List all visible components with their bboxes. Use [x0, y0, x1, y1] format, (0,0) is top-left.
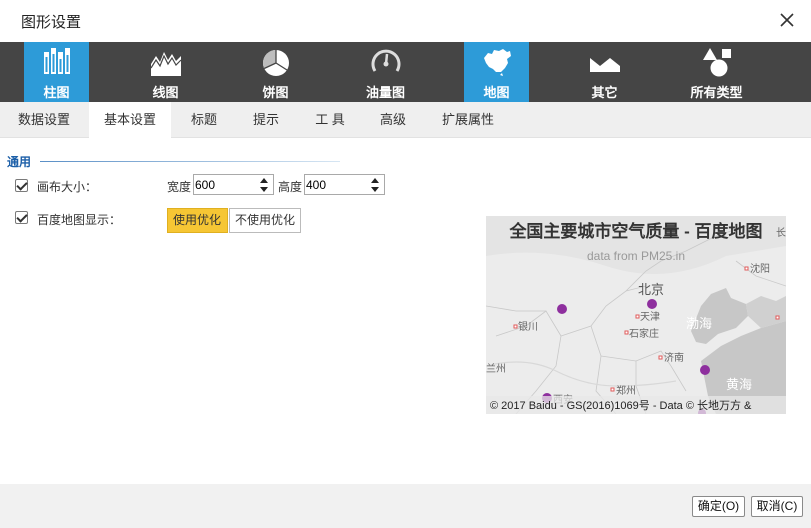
- jinan-dot: [658, 355, 663, 360]
- chart-type-label: 饼图: [262, 85, 289, 100]
- place-label: 兰州: [486, 362, 506, 375]
- place-label: 北京: [638, 282, 664, 297]
- width-input[interactable]: [195, 176, 243, 193]
- preview-title: 全国主要城市空气质量 - 百度地图: [508, 221, 762, 241]
- shijiazhuang-dot: [624, 330, 629, 335]
- chart-type-label: 线图: [152, 85, 179, 100]
- spin-up-icon[interactable]: [258, 176, 270, 185]
- map-copyright: © 2017 Baidu - GS(2016)1069号 - Data © 长地…: [490, 398, 752, 412]
- no-optimization-button[interactable]: 不使用优化: [229, 208, 301, 233]
- place-label: 郑州: [616, 384, 636, 397]
- tab-data-settings[interactable]: 数据设置: [8, 102, 80, 138]
- place-label: 天津: [640, 311, 660, 323]
- height-stepper[interactable]: [304, 174, 385, 195]
- map-preview-image: 北京 天津 石家庄 济南 郑州 沈阳 银川 兰州 西安 长 渤海 黄海 全国主要…: [486, 216, 786, 414]
- line-chart-icon: [149, 52, 181, 76]
- canvas-size-checkbox[interactable]: [15, 179, 28, 192]
- all-types-icon: [702, 48, 731, 77]
- chart-type-label: 油量图: [365, 85, 405, 100]
- dialog-titlebar: 图形设置: [0, 0, 811, 42]
- tab-extended-properties[interactable]: 扩展属性: [430, 102, 506, 138]
- chart-type-label: 所有类型: [690, 85, 743, 100]
- cancel-button[interactable]: 取消(C): [751, 496, 803, 517]
- chart-type-line-chart[interactable]: 线图: [133, 42, 198, 102]
- pie-chart-icon: [262, 49, 289, 76]
- zhengzhou-dot: [610, 387, 615, 392]
- settings-content: 通用 画布大小： 宽度 高度 百度地图显示： 使用优化 不使用优化: [0, 138, 811, 484]
- ok-button[interactable]: 确定(O): [692, 496, 745, 517]
- tab-basic-settings[interactable]: 基本设置: [89, 102, 171, 138]
- dialog-footer: 确定(O) 取消(C): [0, 484, 811, 528]
- place-label: 石家庄: [629, 327, 659, 340]
- place-label: 长: [776, 227, 786, 239]
- preview-subtitle: data from PM25.in: [587, 249, 685, 263]
- map-preview: 北京 天津 石家庄 济南 郑州 沈阳 银川 兰州 西安 长 渤海 黄海 全国主要…: [486, 216, 786, 414]
- spin-down-icon[interactable]: [258, 185, 270, 194]
- shenyang-dot: [744, 266, 749, 271]
- chart-type-bar-chart[interactable]: 柱图: [24, 42, 89, 102]
- spin-down-icon[interactable]: [369, 185, 381, 194]
- section-divider: [40, 161, 340, 162]
- canvas-size-label: 画布大小：: [37, 180, 98, 194]
- tianjin-dot: [635, 314, 640, 319]
- bar-chart-icon: [43, 48, 70, 74]
- chart-type-pie-chart[interactable]: 饼图: [243, 42, 308, 102]
- use-optimization-button[interactable]: 使用优化: [167, 208, 228, 233]
- chart-type-label: 柱图: [43, 85, 70, 100]
- baidu-map-checkbox[interactable]: [15, 211, 28, 224]
- baidu-map-label: 百度地图显示：: [37, 213, 122, 227]
- spin-up-icon[interactable]: [369, 176, 381, 185]
- chart-type-label: 地图: [483, 85, 510, 100]
- chart-type-label: 其它: [591, 85, 618, 100]
- settings-tabs: 数据设置 基本设置 标题 提示 工 具 高级 扩展属性: [0, 102, 811, 138]
- chart-type-gauge-chart[interactable]: 油量图: [353, 42, 418, 102]
- other-chart-icon: [589, 58, 620, 72]
- chart-type-bar: 柱图 线图 饼图 油量图 地图 其它 所有类型: [0, 42, 811, 102]
- chart-type-other[interactable]: 其它: [572, 42, 637, 102]
- map-chart-icon: [483, 49, 511, 76]
- section-title-general: 通用: [7, 155, 32, 169]
- sea-label: 渤海: [686, 316, 712, 331]
- place-label: 济南: [664, 351, 684, 364]
- width-label: 宽度: [167, 180, 192, 194]
- tab-title[interactable]: 标题: [179, 102, 229, 138]
- east-city-dot: [775, 315, 780, 320]
- gauge-chart-icon: [371, 49, 400, 72]
- aqi-marker: [647, 299, 657, 309]
- sea-label: 黄海: [726, 377, 752, 392]
- width-stepper[interactable]: [193, 174, 274, 195]
- height-input[interactable]: [306, 176, 354, 193]
- dialog-title: 图形设置: [21, 14, 82, 31]
- aqi-marker: [700, 365, 710, 375]
- yinchuan-dot: [513, 324, 518, 329]
- height-label: 高度: [278, 180, 303, 194]
- place-label: 沈阳: [750, 262, 770, 275]
- aqi-marker: [557, 304, 567, 314]
- place-label: 银川: [518, 320, 538, 333]
- tab-advanced[interactable]: 高级: [368, 102, 418, 138]
- tab-tooltip[interactable]: 提示: [241, 102, 291, 138]
- chart-type-map-chart[interactable]: 地图: [464, 42, 529, 102]
- tab-tools[interactable]: 工 具: [304, 102, 356, 138]
- chart-type-all[interactable]: 所有类型: [684, 42, 749, 102]
- close-icon[interactable]: [777, 10, 797, 30]
